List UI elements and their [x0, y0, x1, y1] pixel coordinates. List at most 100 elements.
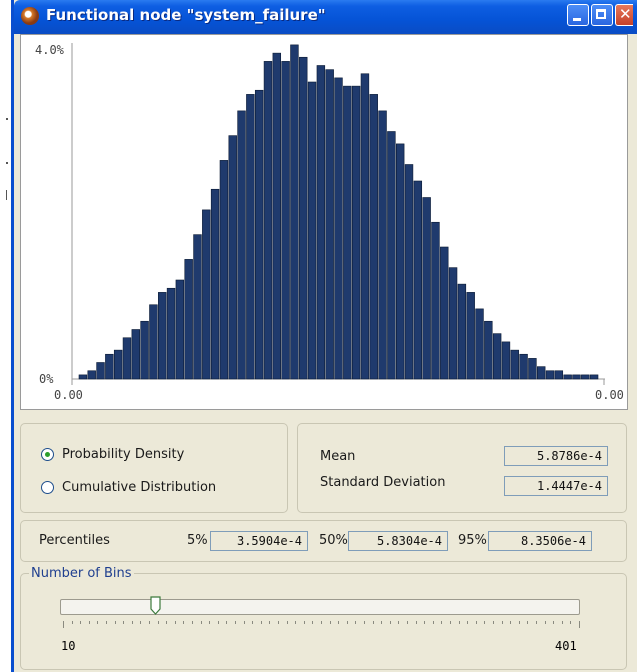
slider-tick	[355, 621, 357, 624]
slider-tick	[458, 621, 460, 624]
histogram-bar	[272, 52, 282, 380]
maximize-button[interactable]	[591, 4, 613, 26]
histogram-bar	[537, 366, 546, 380]
slider-tick	[510, 621, 512, 624]
number-of-bins-group: Number of Bins 10 401	[20, 566, 627, 670]
histogram-bar	[510, 349, 519, 380]
histogram-bar	[554, 370, 564, 380]
slider-tick	[579, 621, 580, 628]
histogram-bar	[334, 77, 343, 380]
slider-tick	[372, 621, 374, 624]
histogram-bar	[360, 73, 370, 380]
percentiles-panel: Percentiles 5% 3.5904e-4 50% 5.8304e-4 9…	[20, 520, 627, 562]
slider-tick	[561, 621, 563, 624]
bins-slider-track[interactable]	[60, 599, 580, 615]
slider-tick	[501, 621, 503, 624]
slider-tick	[106, 621, 107, 624]
slider-tick	[415, 621, 417, 624]
slider-tick	[312, 621, 314, 624]
bins-max-label: 401	[555, 639, 577, 653]
slider-tick	[183, 621, 185, 624]
slider-tick	[364, 621, 365, 624]
p95-label: 95%	[458, 533, 487, 548]
slider-tick	[157, 621, 159, 624]
radio-label-probability-density: Probability Density	[62, 447, 185, 462]
p5-value-field[interactable]: 3.5904e-4	[210, 531, 308, 551]
histogram-bar	[528, 358, 537, 380]
histogram-bar	[140, 320, 149, 380]
slider-tick	[123, 621, 125, 624]
histogram-bar	[166, 287, 176, 380]
histogram-bar	[87, 370, 96, 380]
histogram-bar	[501, 341, 511, 380]
histogram-bar	[316, 65, 326, 380]
slider-tick	[441, 621, 443, 624]
title-bar[interactable]: Functional node "system_failure"	[14, 0, 637, 34]
histogram-bar	[246, 94, 255, 380]
histogram-bar	[122, 337, 132, 380]
bins-min-label: 10	[61, 639, 76, 653]
slider-tick	[71, 621, 73, 624]
histogram-bar	[158, 292, 167, 380]
histogram-bar	[105, 353, 114, 380]
histogram-bar	[413, 180, 423, 380]
slider-tick	[346, 621, 348, 624]
slider-tick	[467, 621, 469, 624]
radio-probability-density[interactable]: Probability Density	[41, 447, 184, 462]
statistics-panel: Mean 5.8786e-4 Standard Deviation 1.4447…	[297, 423, 627, 513]
x-axis-right-label: 0.00	[595, 388, 624, 402]
slider-tick	[424, 621, 426, 624]
slider-tick	[174, 621, 176, 624]
histogram-bar	[96, 362, 105, 380]
slider-tick	[553, 621, 555, 624]
window-title: Functional node "system_failure"	[46, 6, 326, 24]
slider-tick	[295, 621, 297, 624]
slider-tick	[570, 621, 572, 624]
histogram-bar	[343, 85, 352, 380]
histogram-bar	[210, 188, 220, 380]
slider-tick	[88, 621, 90, 624]
p50-value-field[interactable]: 5.8304e-4	[348, 531, 448, 551]
histogram-bar	[545, 370, 555, 380]
radio-button-selected[interactable]	[41, 448, 54, 461]
histogram-bar	[563, 374, 572, 380]
display-mode-panel: Probability Density Cumulative Distribut…	[20, 423, 288, 513]
radio-button[interactable]	[41, 481, 54, 494]
slider-tick	[278, 621, 279, 624]
app-icon[interactable]	[21, 7, 39, 25]
slider-tick	[269, 621, 271, 624]
radio-cumulative-distribution[interactable]: Cumulative Distribution	[41, 480, 216, 495]
mean-label: Mean	[320, 449, 356, 464]
slider-tick	[243, 621, 245, 624]
histogram-bar	[387, 131, 396, 380]
mean-value-field[interactable]: 5.8786e-4	[504, 446, 608, 466]
histogram-bar	[237, 110, 246, 380]
histogram-bar	[457, 283, 467, 380]
number-of-bins-title: Number of Bins	[29, 566, 134, 581]
p95-value-field[interactable]: 8.3506e-4	[488, 531, 592, 551]
std-dev-value-field[interactable]: 1.4447e-4	[504, 476, 608, 496]
p50-label: 50%	[319, 533, 348, 548]
y-axis-top-label: 4.0%	[35, 43, 65, 57]
slider-tick	[97, 621, 99, 624]
slider-tick	[398, 621, 400, 624]
histogram-bar	[307, 81, 317, 380]
slider-tick	[544, 621, 546, 624]
histogram-bar	[351, 85, 361, 380]
slider-tick	[493, 621, 494, 624]
close-button[interactable]	[615, 4, 633, 26]
slider-tick	[114, 621, 116, 624]
slider-tick	[166, 621, 168, 624]
histogram-bar	[202, 209, 211, 380]
slider-tick	[260, 621, 262, 624]
slider-tick	[192, 621, 193, 624]
bins-slider-thumb[interactable]	[150, 596, 161, 616]
histogram-bar	[219, 160, 229, 380]
histogram-bar	[519, 353, 528, 380]
minimize-button[interactable]	[567, 4, 589, 26]
slider-tick	[389, 621, 391, 624]
x-axis-left-label: 0.00	[54, 388, 83, 402]
histogram-bar	[299, 56, 308, 380]
slider-tick	[217, 621, 219, 624]
histogram-bar	[369, 94, 378, 380]
